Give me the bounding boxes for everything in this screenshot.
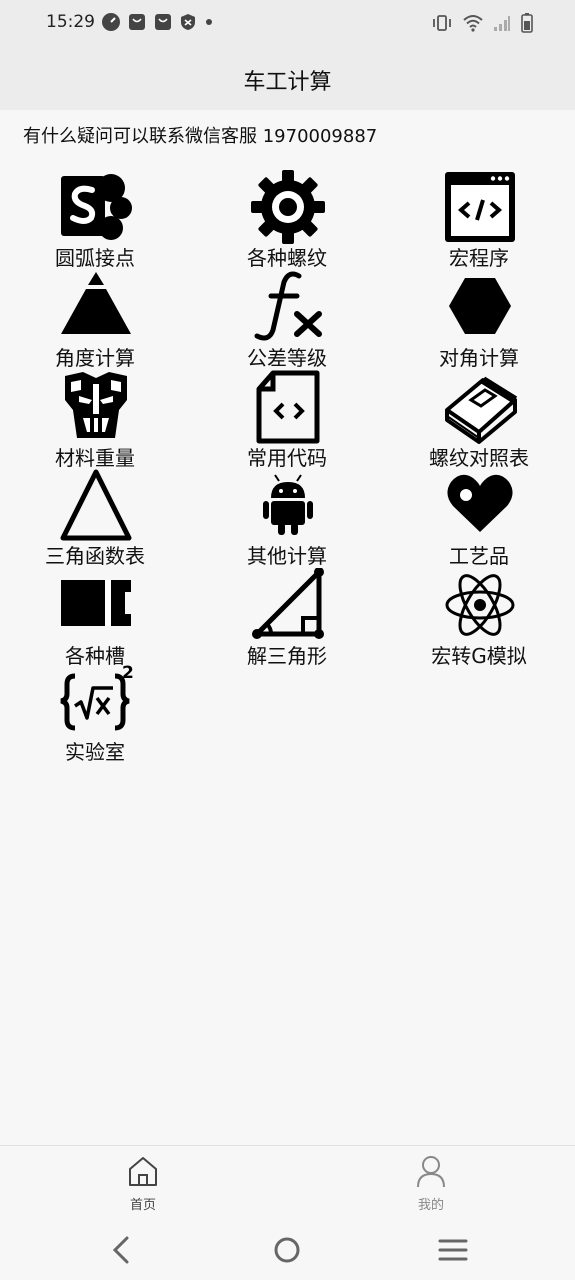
tile-label: 宏转G模拟	[431, 644, 527, 668]
tile-label: 工艺品	[449, 544, 509, 568]
nav-home-label: 首页	[129, 1198, 156, 1213]
tile-label: 公差等级	[247, 346, 327, 370]
tile-label: 宏程序	[449, 246, 509, 270]
tile-macro-to-g[interactable]: 宏转G模拟	[404, 568, 554, 668]
tile-label: 螺纹对照表	[429, 446, 529, 470]
tool-grid: 圆弧接点 各种螺纹 宏程序 角度计算 公差等级 对角计算 材料重量 常用代码 螺…	[0, 0, 575, 780]
tile-other-calc[interactable]: 其他计算	[212, 468, 362, 568]
tile-thread-chart[interactable]: 螺纹对照表	[404, 370, 554, 470]
atom-icon	[445, 574, 515, 636]
system-navigation-bar	[0, 1220, 575, 1280]
tile-label: 圆弧接点	[55, 246, 135, 270]
tile-label: 其他计算	[247, 544, 327, 568]
slot-block-icon	[61, 580, 131, 626]
svg-text:2: 2	[122, 664, 133, 683]
tile-threads[interactable]: 各种螺纹	[212, 170, 362, 270]
person-icon	[417, 1156, 445, 1188]
tile-arc-tangent[interactable]: 圆弧接点	[20, 170, 170, 270]
hexagon-icon	[449, 278, 511, 334]
tile-solve-triangle[interactable]: 解三角形	[212, 568, 362, 668]
tile-crafts[interactable]: 工艺品	[404, 468, 554, 568]
nav-mine[interactable]: 我的	[391, 1154, 471, 1214]
tile-material-weight[interactable]: 材料重量	[20, 370, 170, 470]
tile-diagonal-calc[interactable]: 对角计算	[404, 270, 554, 370]
tile-label: 解三角形	[247, 644, 327, 668]
function-fx-icon	[254, 271, 322, 341]
tile-lab[interactable]: 2 实验室	[20, 664, 170, 764]
tile-label: 角度计算	[55, 346, 135, 370]
sharepoint-icon	[61, 174, 132, 240]
tile-angle-calc[interactable]: 角度计算	[20, 270, 170, 370]
tile-label: 实验室	[65, 740, 125, 764]
bottom-navigation: 首页 我的	[0, 1145, 575, 1220]
code-file-icon	[256, 370, 320, 444]
book-icon	[445, 376, 517, 444]
home-circle-icon[interactable]	[271, 1234, 303, 1266]
back-icon[interactable]	[106, 1234, 138, 1266]
sqrt-formula-icon: 2	[60, 664, 133, 731]
android-icon	[263, 474, 313, 535]
gear-icon	[251, 170, 325, 244]
tile-macro-program[interactable]: 宏程序	[404, 170, 554, 270]
home-icon	[129, 1157, 157, 1186]
tile-trig-table[interactable]: 三角函数表	[20, 468, 170, 568]
tile-grooves[interactable]: 各种槽	[20, 568, 170, 668]
pyramid-icon	[61, 272, 131, 334]
tile-label: 常用代码	[247, 446, 327, 470]
heart-icon	[447, 474, 513, 532]
triangle-outline-icon	[60, 469, 132, 541]
menu-icon[interactable]	[437, 1234, 469, 1266]
nav-home[interactable]: 首页	[103, 1154, 183, 1214]
right-triangle-icon	[252, 568, 324, 639]
tile-label: 对角计算	[439, 346, 519, 370]
tile-tolerance[interactable]: 公差等级	[212, 270, 362, 370]
tile-common-codes[interactable]: 常用代码	[212, 370, 362, 470]
transformer-icon	[65, 372, 127, 438]
tile-label: 材料重量	[55, 446, 135, 470]
nav-mine-label: 我的	[417, 1198, 444, 1213]
tile-label: 三角函数表	[45, 544, 145, 568]
tile-label: 各种螺纹	[247, 246, 327, 270]
code-window-icon	[445, 172, 515, 242]
